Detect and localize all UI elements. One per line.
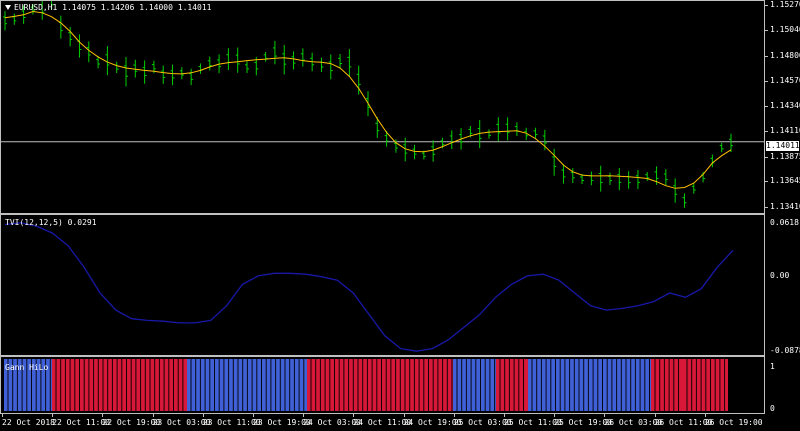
time-tick-mark — [704, 414, 706, 417]
time-tick-mark — [2, 414, 3, 417]
chart-window[interactable]: EURUSD,H1 1.14075 1.14206 1.14000 1.1401… — [0, 0, 800, 431]
price-tick-mark — [765, 5, 768, 6]
time-tick-label: 22 Oct 11:00 — [52, 418, 110, 427]
time-tick-mark — [102, 414, 104, 417]
time-tick-label: 25 Oct 11:00 — [504, 418, 562, 427]
price-tick-label: 1.14570 — [770, 76, 800, 86]
gann-segment — [52, 359, 187, 411]
price-tick-label: 1.13645 — [770, 176, 800, 186]
time-tick-label: 26 Oct 19:00 — [704, 418, 763, 427]
gann-segment — [307, 359, 453, 411]
gann-tick-label: 1 — [770, 362, 775, 371]
time-tick-label: 24 Oct 19:00 — [403, 418, 462, 427]
time-tick-mark — [554, 414, 556, 417]
time-tick-label: 25 Oct 19:00 — [554, 418, 612, 427]
time-tick-mark — [654, 414, 656, 417]
price-tick-mark — [765, 156, 768, 158]
price-tick-mark — [765, 106, 768, 107]
price-tick-label: 1.13410 — [770, 202, 800, 211]
price-tick-mark — [765, 130, 768, 132]
current-price-label: 1.14011 — [766, 141, 800, 151]
tvi-tick-label: 0.00 — [770, 270, 790, 280]
tvi-line — [4, 222, 734, 352]
tvi-pane[interactable] — [0, 214, 765, 356]
price-tick-mark — [765, 56, 768, 58]
time-tick-label: 23 Oct 19:00 — [253, 418, 311, 427]
menu-triangle-icon[interactable] — [5, 5, 11, 10]
price-tick-label: 1.15040 — [770, 24, 800, 34]
time-tick-label: 22 Oct 2018 — [2, 418, 55, 427]
time-tick-mark — [353, 414, 355, 417]
price-header: EURUSD,H1 1.14075 1.14206 1.14000 1.1401… — [5, 3, 211, 12]
time-tick-mark — [253, 414, 254, 417]
time-tick-label: 24 Oct 03:00 — [303, 418, 361, 427]
gann-pane[interactable] — [0, 356, 765, 414]
tvi-chart[interactable] — [1, 215, 764, 355]
gann-header: Gann HiLo — [5, 363, 49, 372]
time-tick-mark — [303, 414, 305, 417]
time-tick-mark — [453, 414, 455, 417]
price-tick-mark — [765, 29, 768, 31]
time-tick-label: 26 Oct 11:00 — [654, 418, 713, 427]
tvi-tick-label: -0.0878 — [770, 346, 800, 355]
time-tick-mark — [403, 414, 405, 417]
time-tick-label: 26 Oct 03:00 — [604, 418, 663, 427]
price-tick-label: 1.13875 — [770, 151, 800, 161]
price-tick-mark — [765, 81, 768, 83]
time-tick-label: 23 Oct 11:00 — [202, 418, 261, 427]
tvi-header: TVI(12,12,5) 0.0291 — [5, 218, 97, 227]
time-tick-mark — [604, 414, 606, 417]
price-tick-mark — [765, 181, 768, 183]
time-tick-label: 24 Oct 11:00 — [353, 418, 412, 427]
price-tick-mark — [765, 207, 768, 208]
tvi-tick-label: 0.0618 — [770, 218, 799, 227]
price-tick-label: 1.14110 — [770, 125, 800, 135]
price-tick-label: 1.15270 — [770, 0, 800, 9]
time-tick-label: 25 Oct 03:00 — [453, 418, 512, 427]
price-tick-label: 1.14340 — [770, 101, 800, 110]
price-tick-label: 1.14800 — [770, 51, 800, 61]
time-tick-mark — [202, 414, 204, 417]
gann-tick-label: 0 — [770, 404, 775, 413]
time-tick-mark — [52, 414, 54, 417]
time-tick-mark — [152, 414, 154, 417]
time-tick-label: 23 Oct 03:00 — [152, 418, 211, 427]
time-tick-label: 22 Oct 19:00 — [102, 418, 161, 427]
price-chart[interactable] — [1, 0, 764, 213]
price-pane[interactable] — [0, 0, 765, 214]
time-tick-mark — [504, 414, 505, 417]
gann-chart[interactable] — [1, 357, 764, 413]
